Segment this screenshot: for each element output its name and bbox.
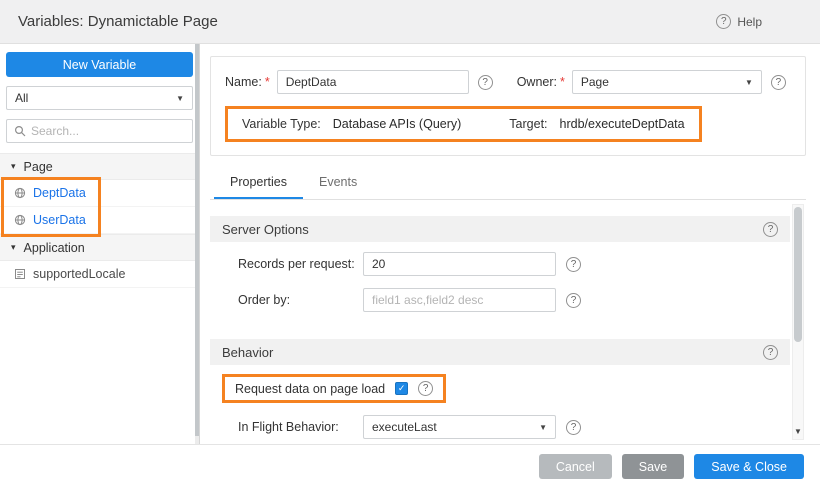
tree-group-application[interactable]: ▾ Application <box>0 234 199 261</box>
main-panel: Name: * ? Owner: * Page ▼ ? <box>200 44 820 444</box>
order-by-row: Order by: ? <box>238 288 790 312</box>
target-pair: Target: hrdb/executeDeptData <box>509 117 684 131</box>
sidebar: New Variable All ▼ ▾ Page <box>0 44 200 444</box>
server-options-help-icon[interactable]: ? <box>763 222 778 237</box>
section-behavior: Behavior ? <box>210 339 790 365</box>
tree-item-userdata[interactable]: UserData <box>0 207 199 234</box>
caret-down-icon: ▾ <box>11 161 16 172</box>
required-asterisk: * <box>265 75 270 89</box>
records-help-icon[interactable]: ? <box>566 257 581 272</box>
new-variable-button[interactable]: New Variable <box>6 52 193 77</box>
footer-bar: Cancel Save Save & Close <box>0 444 820 488</box>
name-help-icon[interactable]: ? <box>478 75 493 90</box>
service-variable-icon <box>14 187 26 199</box>
owner-select[interactable]: Page ▼ <box>572 70 762 94</box>
tab-bar: Properties Events <box>210 166 806 200</box>
tree-group-page-label: Page <box>24 160 53 174</box>
cancel-button[interactable]: Cancel <box>539 454 612 479</box>
model-variable-icon <box>14 268 26 280</box>
records-per-request-row: Records per request: ? <box>238 252 790 276</box>
server-options-title: Server Options <box>222 222 309 237</box>
variables-dialog: Variables: Dynamictable Page ? Help New … <box>0 0 820 488</box>
target-label: Target: <box>509 117 547 131</box>
tree-item-label: DeptData <box>33 186 86 200</box>
variable-type-pair: Variable Type: Database APIs (Query) <box>242 117 461 131</box>
orderby-input[interactable] <box>363 288 556 312</box>
section-server-options: Server Options ? <box>210 216 790 242</box>
annotation-box-type-target: Variable Type: Database APIs (Query) Tar… <box>225 106 702 142</box>
owner-select-value: Page <box>581 75 609 89</box>
inflight-label: In Flight Behavior: <box>238 420 363 434</box>
request-data-checkbox[interactable]: ✓ <box>395 382 408 395</box>
search-icon <box>14 125 26 137</box>
annotation-box-request-data: Request data on page load ✓ ? <box>222 374 446 403</box>
search-input[interactable] <box>31 124 185 138</box>
inflight-select[interactable]: executeLast ▼ <box>363 415 556 439</box>
check-icon: ✓ <box>398 384 406 393</box>
save-close-button[interactable]: Save & Close <box>694 454 804 479</box>
tab-properties[interactable]: Properties <box>214 166 303 199</box>
tree-item-label: supportedLocale <box>33 267 125 281</box>
tab-events[interactable]: Events <box>303 166 373 199</box>
sidebar-scrollbar-thumb[interactable] <box>195 44 199 436</box>
orderby-label: Order by: <box>238 293 363 307</box>
tree-item-deptdata[interactable]: DeptData <box>0 180 199 207</box>
request-data-label: Request data on page load <box>235 382 385 396</box>
save-button[interactable]: Save <box>622 454 685 479</box>
variable-filter-select[interactable]: All ▼ <box>6 86 193 110</box>
tree-item-label: UserData <box>33 213 86 227</box>
name-owner-row: Name: * ? Owner: * Page ▼ ? <box>225 70 791 94</box>
content-area: New Variable All ▼ ▾ Page <box>0 44 820 444</box>
records-input[interactable] <box>363 252 556 276</box>
service-variable-icon <box>14 214 26 226</box>
variable-filter-value: All <box>15 91 28 105</box>
chevron-down-icon: ▼ <box>739 78 753 87</box>
behavior-help-icon[interactable]: ? <box>763 345 778 360</box>
orderby-help-icon[interactable]: ? <box>566 293 581 308</box>
variable-tree: ▾ Page DeptData <box>0 153 199 288</box>
tree-item-supportedlocale[interactable]: supportedLocale <box>0 261 199 288</box>
help-icon: ? <box>716 14 731 29</box>
variable-type-value: Database APIs (Query) <box>333 117 462 131</box>
page-title: Variables: Dynamictable Page <box>18 13 218 30</box>
required-asterisk: * <box>560 75 565 89</box>
inflight-select-value: executeLast <box>372 420 437 434</box>
page-variables-list: DeptData UserData <box>0 180 199 234</box>
name-input[interactable] <box>277 70 469 94</box>
records-label: Records per request: <box>238 257 363 271</box>
name-label: Name: <box>225 75 262 89</box>
owner-help-icon[interactable]: ? <box>771 75 786 90</box>
header: Variables: Dynamictable Page ? Help <box>0 0 820 44</box>
scroll-down-icon[interactable]: ▼ <box>793 427 803 439</box>
owner-label: Owner: <box>517 75 557 89</box>
inflight-behavior-row: In Flight Behavior: executeLast ▼ ? <box>238 415 790 439</box>
variable-summary-panel: Name: * ? Owner: * Page ▼ ? <box>210 56 806 156</box>
chevron-down-icon: ▼ <box>533 423 547 432</box>
main-scrollbar-thumb[interactable] <box>794 207 802 342</box>
caret-down-icon: ▾ <box>11 242 16 253</box>
request-data-help-icon[interactable]: ? <box>418 381 433 396</box>
tree-group-application-label: Application <box>24 241 85 255</box>
properties-sections: Server Options ? Records per request: ? … <box>210 200 790 439</box>
inflight-help-icon[interactable]: ? <box>566 420 581 435</box>
help-button[interactable]: ? Help <box>716 14 762 29</box>
target-value: hrdb/executeDeptData <box>560 117 685 131</box>
behavior-title: Behavior <box>222 345 273 360</box>
chevron-down-icon: ▼ <box>170 94 184 103</box>
owner-group: Owner: * Page ▼ <box>517 70 762 94</box>
variable-type-label: Variable Type: <box>242 117 321 131</box>
help-label: Help <box>737 15 762 29</box>
sidebar-scrollbar[interactable] <box>195 44 199 444</box>
tree-group-page[interactable]: ▾ Page <box>0 153 199 180</box>
search-box <box>6 119 193 143</box>
main-scrollbar[interactable]: ▼ <box>792 204 804 440</box>
